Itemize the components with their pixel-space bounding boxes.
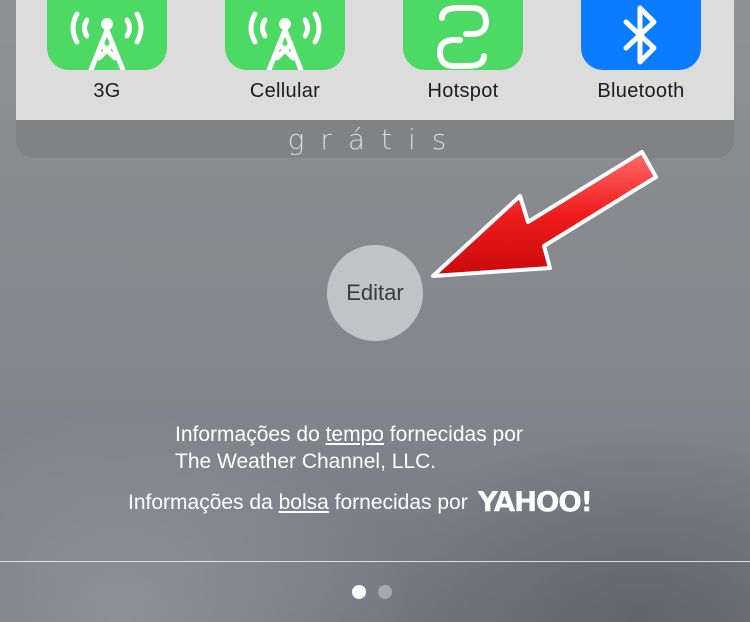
stocks-link[interactable]: bolsa [279,491,329,514]
bluetooth-icon [616,0,666,70]
app-cellular-tile[interactable] [225,0,345,70]
widget-panel: 3G Cellular Hotspot Bluetooth grátis [16,0,734,158]
edit-button[interactable]: Editar [327,245,423,341]
app-hotspot-tile[interactable] [403,0,523,70]
weather-link[interactable]: tempo [326,423,384,446]
widget-footer-text: grátis [287,123,463,156]
stocks-credit-prefix: Informações da [128,491,279,514]
app-hotspot-label: Hotspot [427,80,499,102]
apps-area: 3G Cellular Hotspot Bluetooth [16,0,734,120]
antenna-icon [65,4,149,70]
app-bluetooth-label: Bluetooth [597,80,685,102]
app-cellular-label: Cellular [249,80,321,102]
app-3g-label: 3G [93,80,121,102]
weather-credit-prefix: Informações do [175,423,326,446]
weather-credit: Informações do tempo fornecidas por The … [175,421,635,475]
stocks-credit-suffix: fornecidas por [328,491,468,514]
page-indicator[interactable] [352,585,392,599]
page-dot-1[interactable] [352,585,366,599]
app-3g-tile[interactable] [47,0,167,70]
stocks-credit: Informações da bolsa fornecidas por YAHO… [128,487,728,518]
weather-credit-suffix: fornecidas por [383,423,523,446]
app-bluetooth-tile[interactable] [581,0,701,70]
divider [0,561,750,562]
antenna-icon [243,4,327,70]
yahoo-logo: YAHOO! [477,485,594,518]
page-dot-2[interactable] [378,585,392,599]
hotspot-chain-icon [428,4,498,70]
weather-provider: The Weather Channel, LLC. [175,450,437,473]
